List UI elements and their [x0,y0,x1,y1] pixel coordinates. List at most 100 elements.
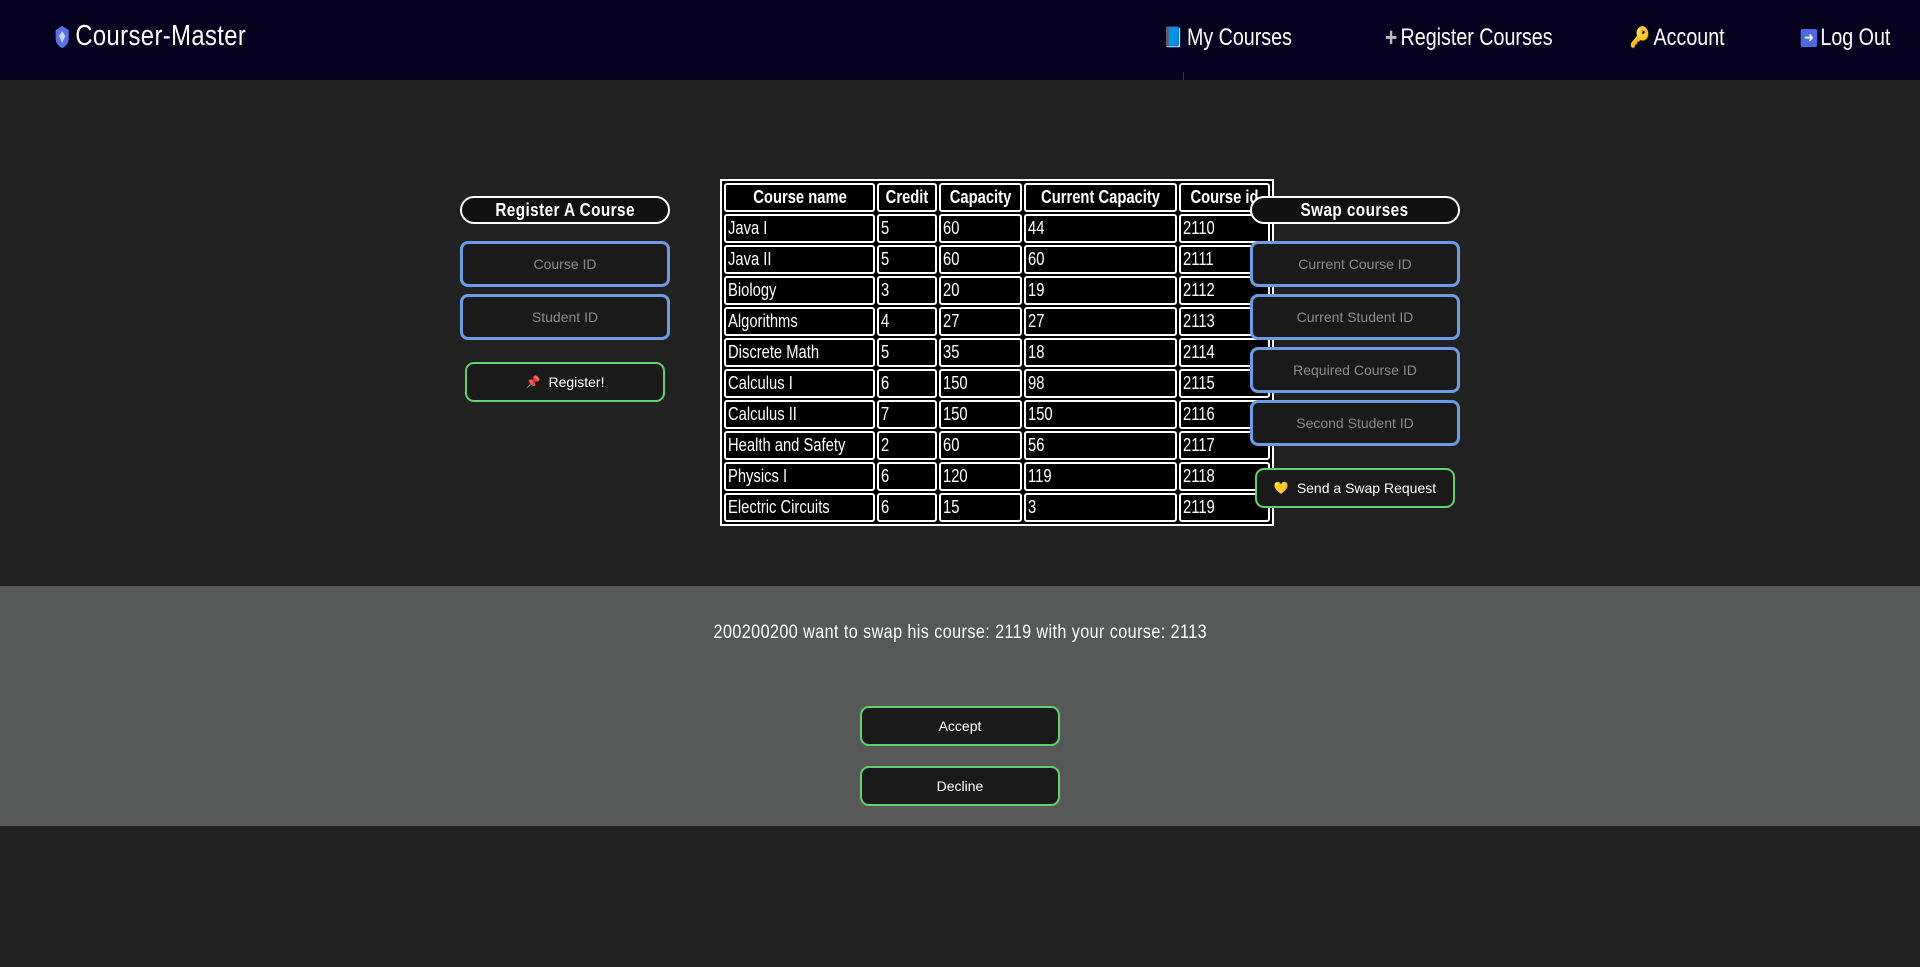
cell-current-capacity: 19 [1024,276,1178,305]
current-course-id-input[interactable] [1250,241,1460,287]
table-row: Calculus I 6 150 98 2115 [724,369,1271,398]
cell-current-capacity: 60 [1024,245,1178,274]
nav-account[interactable]: 🔑 Account [1630,22,1725,53]
student-id-input[interactable] [460,294,670,340]
course-table: Course name Credit Capacity Current Capa… [720,179,1275,526]
pushpin-icon: 📌 [525,375,541,389]
cell-credit: 6 [877,369,938,398]
cell-course-name: Algorithms [724,307,876,336]
cell-current-capacity: 18 [1024,338,1178,367]
nav-register-courses[interactable]: + Register Courses [1385,22,1553,53]
header-current-capacity: Current Capacity [1024,183,1178,212]
header-course-name: Course name [724,183,876,212]
accept-button[interactable]: Accept [860,706,1060,746]
cell-current-capacity: 44 [1024,214,1178,243]
cell-course-name: Biology [724,276,876,305]
cell-capacity: 60 [939,214,1023,243]
table-row: Discrete Math 5 35 18 2114 [724,338,1271,367]
cell-current-capacity: 98 [1024,369,1178,398]
table-row: Calculus II 7 150 150 2116 [724,400,1271,429]
course-id-field[interactable] [463,244,667,284]
register-title: Register A Course [460,196,670,224]
cell-capacity: 60 [939,245,1023,274]
table-body: Java I 5 60 44 2110 Java II 5 60 60 2111… [724,214,1271,522]
nav-links: 📘 My Courses + Register Courses 🔑 Accoun… [1079,22,1890,53]
cell-current-capacity: 150 [1024,400,1178,429]
cell-credit: 5 [877,338,938,367]
table-row: Health and Safety 2 60 56 2117 [724,431,1271,460]
cell-current-capacity: 27 [1024,307,1178,336]
yellow-heart-icon: 💛 [1273,481,1289,495]
header-capacity: Capacity [939,183,1023,212]
nav-label: Register Courses [1400,23,1553,51]
current-student-id-field[interactable] [1253,297,1457,337]
cell-current-capacity: 119 [1024,462,1178,491]
nav-label: My Courses [1187,23,1293,51]
cell-capacity: 20 [939,276,1023,305]
header-credit: Credit [877,183,938,212]
cell-capacity: 15 [939,493,1023,522]
nav-divider [1183,72,1184,80]
table-row: Biology 3 20 19 2112 [724,276,1271,305]
shield-gem-icon [55,25,69,48]
cell-credit: 3 [877,276,938,305]
table-header-row: Course name Credit Capacity Current Capa… [724,183,1271,212]
cell-course-name: Physics I [724,462,876,491]
current-student-id-input[interactable] [1250,294,1460,340]
cell-course-name: Java I [724,214,876,243]
table-row: Algorithms 4 27 27 2113 [724,307,1271,336]
table-row: Java II 5 60 60 2111 [724,245,1271,274]
cell-credit: 5 [877,214,938,243]
brand[interactable]: Courser-Master [54,20,246,53]
required-course-id-field[interactable] [1253,350,1457,390]
cell-course-name: Health and Safety [724,431,876,460]
nav-my-courses[interactable]: 📘 My Courses [1164,22,1293,53]
cell-current-capacity: 56 [1024,431,1178,460]
table-row: Physics I 6 120 119 2118 [724,462,1271,491]
swap-title: Swap courses [1250,196,1460,224]
top-navbar: Courser-Master 📘 My Courses + Register C… [0,0,1920,80]
cell-capacity: 150 [939,400,1023,429]
nav-log-out[interactable]: ➜ Log Out [1800,22,1890,53]
cell-credit: 4 [877,307,938,336]
cell-credit: 6 [877,493,938,522]
cell-capacity: 150 [939,369,1023,398]
plus-icon: + [1385,22,1398,52]
current-course-id-field[interactable] [1253,244,1457,284]
cell-capacity: 27 [939,307,1023,336]
cell-course-name: Electric Circuits [724,493,876,522]
arrow-right-icon: ➜ [1800,28,1817,47]
cell-course-name: Java II [724,245,876,274]
cell-course-name: Calculus I [724,369,876,398]
send-swap-request-button[interactable]: 💛 Send a Swap Request [1255,468,1455,508]
cell-course-name: Calculus II [724,400,876,429]
table-row: Electric Circuits 6 15 3 2119 [724,493,1271,522]
table-row: Java I 5 60 44 2110 [724,214,1271,243]
required-course-id-input[interactable] [1250,347,1460,393]
cell-credit: 2 [877,431,938,460]
second-student-id-input[interactable] [1250,400,1460,446]
cell-capacity: 120 [939,462,1023,491]
book-icon: 📘 [1163,27,1185,49]
register-button[interactable]: 📌 Register! [465,362,665,402]
cell-capacity: 35 [939,338,1023,367]
brand-name: Courser-Master [75,20,247,52]
key-icon: 🔑 [1629,27,1651,49]
swap-notification: 200200200 want to swap his course: 2119 … [0,586,1920,826]
cell-credit: 5 [877,245,938,274]
cell-credit: 7 [877,400,938,429]
second-student-id-field[interactable] [1253,403,1457,443]
cell-current-capacity: 3 [1024,493,1178,522]
cell-capacity: 60 [939,431,1023,460]
cell-credit: 6 [877,462,938,491]
course-id-input[interactable] [460,241,670,287]
cell-course-name: Discrete Math [724,338,876,367]
send-swap-request-label: Send a Swap Request [1296,480,1437,496]
accept-button-label: Accept [938,718,982,734]
nav-label: Account [1653,23,1725,51]
register-button-label: Register! [548,374,605,390]
student-id-field[interactable] [463,297,667,337]
decline-button-label: Decline [936,778,984,794]
decline-button[interactable]: Decline [860,766,1060,806]
swap-notification-message: 200200200 want to swap his course: 2119 … [713,622,1207,643]
